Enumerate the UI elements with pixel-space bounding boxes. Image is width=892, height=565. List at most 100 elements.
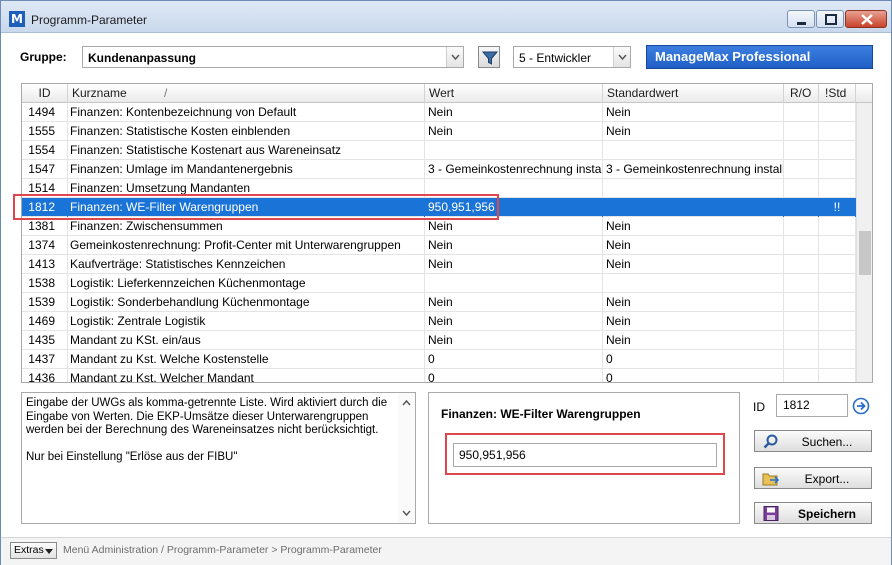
brand-banner: ManageMax Professional [646,45,873,69]
cell-istd [819,141,856,160]
gruppe-select[interactable]: Kundenanpassung [82,46,464,68]
go-arrow-icon[interactable] [852,397,870,415]
cell-ro [784,217,819,236]
cell-ro [784,122,819,141]
close-button[interactable] [845,10,887,28]
save-button[interactable]: Speichern [754,502,872,524]
cell-istd [819,122,856,141]
column-header-wert[interactable]: Wert [425,84,603,103]
gruppe-select-value: Kundenanpassung [88,51,197,65]
table-row[interactable]: 1374 Gemeinkostenrechnung: Profit-Center … [22,236,856,255]
export-button[interactable]: Export... [754,467,872,489]
table-row[interactable]: 1469 Logistik: Zentrale Logistik Nein Nein [22,312,856,331]
table-row[interactable]: 1437 Mandant zu Kst. Welche Kostenstelle 0… [22,350,856,369]
funnel-icon [481,51,499,65]
column-header-standardwert[interactable]: Standardwert [603,84,784,103]
table-row[interactable]: 1539 Logistik: Sonderbehandlung Küchenmon… [22,293,856,312]
cell-ro [784,103,819,122]
cell-istd [819,331,856,350]
cell-standardwert [603,198,784,217]
id-label: ID [753,400,765,414]
cell-istd [819,160,856,179]
cell-wert: Nein [425,122,603,141]
chevron-up-icon[interactable] [402,399,411,406]
maximize-button[interactable] [816,10,844,28]
cell-istd [819,350,856,369]
table-row[interactable]: 1436 Mandant zu Kst. Welcher Mandant 0 0 [22,369,856,382]
cell-standardwert [603,141,784,160]
highlight-frame-selected-row [13,194,499,220]
column-header-id[interactable]: ID [22,84,68,103]
column-header-kurzname-label: Kurzname [72,86,127,100]
cell-istd [819,217,856,236]
cell-ro [784,255,819,274]
cell-kurzname: Finanzen: Kontenbezeichnung von Default [68,103,425,122]
cell-kurzname: Logistik: Sonderbehandlung Küchenmontage [68,293,425,312]
description-scrollbar[interactable] [398,393,415,523]
app-logo-icon: M [9,11,25,27]
cell-kurzname: Mandant zu Kst. Welcher Mandant [68,369,425,382]
cell-standardwert [603,179,784,198]
grid-vertical-scrollbar[interactable] [856,103,872,382]
column-header-istd[interactable]: !Std [819,84,856,103]
cell-wert [425,274,603,293]
cell-standardwert: Nein [603,236,784,255]
window-title: Programm-Parameter [31,13,148,27]
table-row[interactable]: 1555 Finanzen: Statistische Kosten einble… [22,122,856,141]
export-button-label: Export... [804,472,850,486]
cell-standardwert [603,274,784,293]
cell-istd [819,236,856,255]
table-row[interactable]: 1435 Mandant zu KSt. ein/aus Nein Nein [22,331,856,350]
level-select[interactable]: 5 - Entwickler [513,46,631,68]
cell-kurzname: Finanzen: Statistische Kosten einblenden [68,122,425,141]
cell-wert: 3 - Gemeinkostenrechnung installiert [425,160,603,179]
cell-id: 1436 [22,369,68,382]
table-row[interactable]: 1538 Logistik: Lieferkennzeichen Küchenmo… [22,274,856,293]
cell-istd [819,312,856,331]
cell-ro [784,331,819,350]
column-header-kurzname[interactable]: Kurzname / [68,84,425,103]
cell-ro [784,198,819,217]
table-row[interactable]: 1413 Kaufverträge: Statistisches Kennzeic… [22,255,856,274]
cell-kurzname: Logistik: Lieferkennzeichen Küchenmontag… [68,274,425,293]
column-header-ro[interactable]: R/O [784,84,819,103]
chevron-down-icon[interactable] [402,510,411,517]
chevron-down-icon[interactable] [446,47,463,67]
parameter-grid[interactable]: ID Kurzname / Wert Standardwert R/O !Std… [21,83,873,383]
description-text: Eingabe der UWGs als komma-getrennte Lis… [26,397,388,463]
cell-standardwert: 0 [603,369,784,382]
cell-ro [784,293,819,312]
table-row[interactable]: 1547 Finanzen: Umlage im Mandantenergebni… [22,160,856,179]
scrollbar-thumb[interactable] [859,231,871,275]
description-panel: Eingabe der UWGs als komma-getrennte Lis… [21,392,416,524]
cell-standardwert: Nein [603,331,784,350]
cell-ro [784,160,819,179]
cell-kurzname: Gemeinkostenrechnung: Profit-Center mit … [68,236,425,255]
table-row[interactable]: 1494 Finanzen: Kontenbezeichnung von Defa… [22,103,856,122]
cell-id: 1437 [22,350,68,369]
cell-id: 1413 [22,255,68,274]
extras-menu-button[interactable]: Extras [10,542,57,559]
table-row[interactable]: 1554 Finanzen: Statistische Kostenart aus… [22,141,856,160]
cell-ro [784,350,819,369]
id-input[interactable]: 1812 [776,394,848,417]
status-bar: Extras Menü Administration / Programm-Pa… [1,537,891,565]
cell-wert: Nein [425,103,603,122]
filter-button[interactable] [478,46,500,68]
save-button-label: Speichern [797,507,857,521]
minimize-button[interactable] [787,10,815,28]
cell-standardwert: Nein [603,103,784,122]
cell-standardwert: Nein [603,122,784,141]
search-button[interactable]: Suchen... [754,430,872,452]
cell-kurzname: Finanzen: Umlage im Mandantenergebnis [68,160,425,179]
cell-kurzname: Kaufverträge: Statistisches Kennzeichen [68,255,425,274]
cell-wert: Nein [425,293,603,312]
title-bar[interactable]: M Programm-Parameter [1,1,891,33]
chevron-down-icon[interactable] [613,47,630,67]
cell-istd [819,369,856,382]
grid-header: ID Kurzname / Wert Standardwert R/O !Std [22,84,872,103]
cell-ro [784,369,819,382]
breadcrumb: Menü Administration / Programm-Parameter… [63,544,382,556]
export-folder-icon [762,473,780,486]
cell-id: 1469 [22,312,68,331]
